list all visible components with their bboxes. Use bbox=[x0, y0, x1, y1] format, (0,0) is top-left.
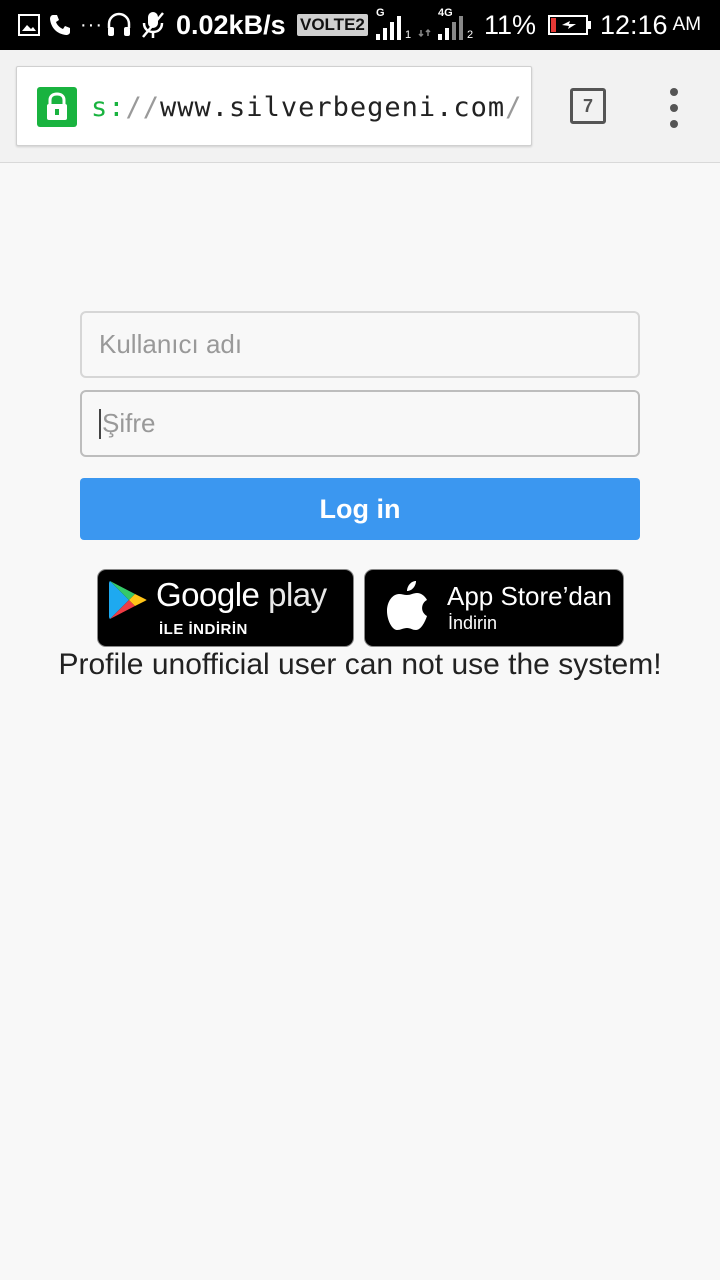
login-button[interactable]: Log in bbox=[80, 478, 640, 540]
apple-logo-icon bbox=[387, 581, 427, 630]
notice-message: Profile unofficial user can not use the … bbox=[58, 648, 662, 681]
tab-count: 7 bbox=[582, 95, 593, 116]
google-play-title-strong: Google bbox=[156, 576, 260, 613]
data-rate: 0.02kB/s bbox=[176, 9, 286, 40]
google-play-badge[interactable]: Google play İLE İNDİRİN bbox=[97, 569, 354, 647]
url-host: www.silverbegeni.com bbox=[160, 91, 506, 123]
address-bar[interactable]: s://www.silverbegeni.com/l bbox=[16, 66, 532, 146]
clock-ampm: AM bbox=[672, 14, 702, 35]
username-field[interactable]: Kullanıcı adı bbox=[80, 311, 640, 378]
clock-time: 12:16 bbox=[600, 9, 668, 40]
battery-percent: 11% bbox=[484, 9, 537, 40]
mic-off-icon bbox=[140, 0, 166, 50]
app-store-subtitle: İndirin bbox=[448, 613, 498, 633]
app-store-title: App Store’dan bbox=[447, 581, 612, 611]
volte-badge: VOLTE2 bbox=[297, 14, 368, 36]
tab-switcher-button[interactable]: 7 bbox=[570, 88, 606, 124]
volte-indicator: VOLTE2 bbox=[297, 0, 368, 50]
app-store-badge[interactable]: App Store’dan İndirin bbox=[364, 569, 624, 647]
password-field[interactable]: Şifre bbox=[80, 390, 640, 457]
login-button-label: Log in bbox=[319, 493, 401, 524]
text-caret bbox=[99, 408, 101, 439]
status-bar: ··· 0.02kB/s VOLTE2 G 1 4G 2 11% 12:16 A… bbox=[0, 0, 720, 50]
google-play-title: Google play bbox=[156, 576, 327, 614]
google-play-subtitle: İLE İNDİRİN bbox=[159, 621, 248, 638]
phone-icon bbox=[48, 0, 72, 50]
data-transfer-icon bbox=[418, 0, 432, 50]
battery-icon bbox=[548, 0, 592, 50]
browser-toolbar: s://www.silverbegeni.com/l 7 bbox=[0, 50, 720, 163]
url-path: /l bbox=[505, 91, 521, 123]
sim2-network-type: 4G bbox=[438, 7, 453, 19]
gallery-notification-icon bbox=[18, 0, 40, 50]
sim1-network-type: G bbox=[376, 7, 385, 19]
password-placeholder: Şifre bbox=[102, 408, 156, 438]
secure-lock-icon[interactable] bbox=[37, 87, 77, 127]
username-placeholder: Kullanıcı adı bbox=[99, 329, 243, 359]
url-scheme: s: bbox=[91, 91, 126, 123]
url-separator: // bbox=[125, 91, 161, 123]
google-play-title-light: play bbox=[259, 576, 327, 613]
more-notifications-icon: ··· bbox=[80, 13, 103, 36]
url-text[interactable]: s://www.silverbegeni.com/l bbox=[91, 67, 521, 145]
google-play-logo-icon bbox=[109, 581, 147, 619]
headphones-icon bbox=[106, 0, 132, 50]
overflow-menu-icon[interactable] bbox=[660, 88, 688, 128]
clock: 12:16 AM bbox=[600, 0, 701, 50]
